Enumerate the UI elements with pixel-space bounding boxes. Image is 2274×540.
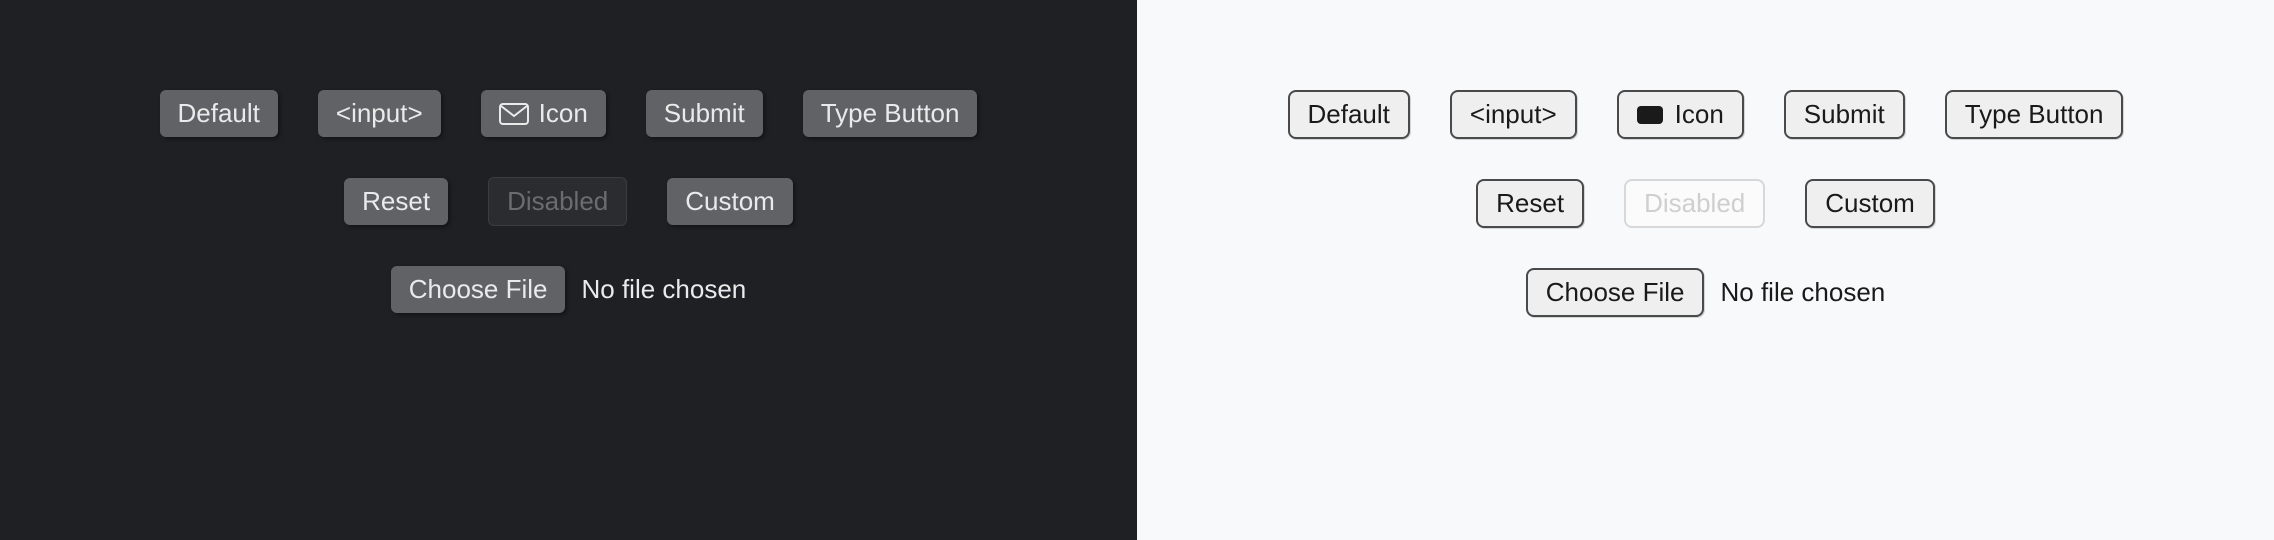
icon-button-label: Icon [1675, 99, 1724, 130]
reset-button[interactable]: Reset [1476, 179, 1584, 228]
default-button[interactable]: Default [1288, 90, 1410, 139]
reset-button[interactable]: Reset [344, 178, 448, 225]
icon-button-label: Icon [539, 98, 588, 129]
input-button[interactable]: <input> [1450, 90, 1577, 139]
button-row-2: Reset Disabled Custom [1476, 179, 1935, 228]
light-theme-panel: Default <input> Icon Submit Type Button … [1137, 0, 2274, 540]
custom-button[interactable]: Custom [667, 178, 793, 225]
file-input-row: Choose File No file chosen [1526, 268, 1886, 317]
dark-theme-panel: Default <input> Icon Submit Type Button … [0, 0, 1137, 540]
square-icon [1637, 104, 1665, 126]
button-row-1: Default <input> Icon Submit Type Button [160, 90, 978, 137]
disabled-button: Disabled [1624, 179, 1765, 228]
icon-button[interactable]: Icon [481, 90, 606, 137]
submit-button[interactable]: Submit [646, 90, 763, 137]
choose-file-button[interactable]: Choose File [391, 266, 566, 313]
mail-icon [499, 103, 529, 125]
icon-button[interactable]: Icon [1617, 90, 1744, 139]
button-row-1: Default <input> Icon Submit Type Button [1288, 90, 2124, 139]
file-status-label: No file chosen [1720, 277, 1885, 308]
type-button[interactable]: Type Button [803, 90, 978, 137]
file-input-row: Choose File No file chosen [391, 266, 747, 313]
button-row-2: Reset Disabled Custom [344, 177, 793, 226]
type-button[interactable]: Type Button [1945, 90, 2124, 139]
input-button[interactable]: <input> [318, 90, 441, 137]
disabled-button: Disabled [488, 177, 627, 226]
submit-button[interactable]: Submit [1784, 90, 1905, 139]
file-status-label: No file chosen [581, 274, 746, 305]
custom-button[interactable]: Custom [1805, 179, 1935, 228]
choose-file-button[interactable]: Choose File [1526, 268, 1705, 317]
default-button[interactable]: Default [160, 90, 278, 137]
